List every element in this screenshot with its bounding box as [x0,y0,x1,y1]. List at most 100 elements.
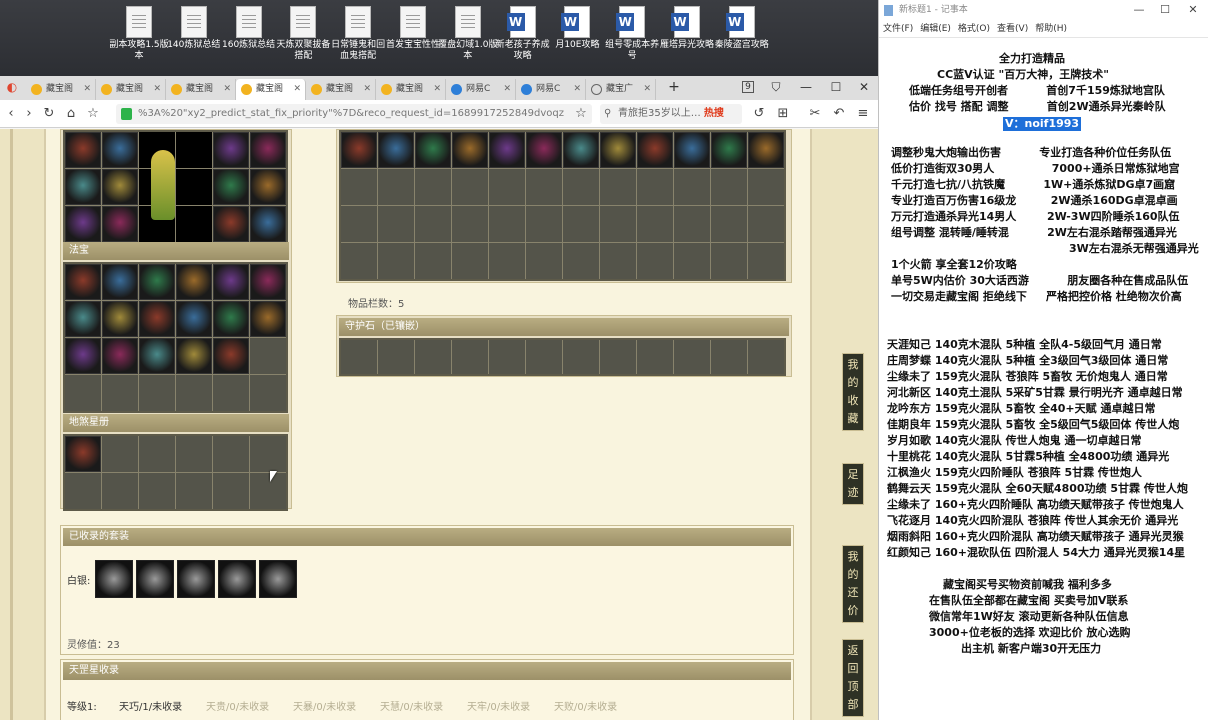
inventory-slot[interactable] [600,243,636,279]
inventory-slot[interactable] [526,206,562,242]
search-field[interactable]: ⚲ 青旅拒35岁以上… 热搜 [600,104,742,124]
dihuang-slot[interactable] [213,473,249,509]
dihuang-slot[interactable] [139,473,175,509]
inventory-slot[interactable] [452,243,488,279]
browser-tab[interactable]: 藏宝阁 ✕ [166,79,236,100]
tab-close-icon[interactable]: ✕ [153,79,161,100]
equipment-item[interactable] [250,206,286,242]
browser-tab[interactable]: 藏宝阁 ✕ [376,79,446,100]
fabao-slot[interactable] [139,375,175,411]
equipment-slot[interactable] [176,169,212,205]
new-tab-button[interactable]: + [662,76,686,100]
inventory-slot[interactable] [489,206,525,242]
inventory-item[interactable] [674,132,710,168]
suit-item-icon[interactable] [136,560,174,598]
dihuang-slot[interactable] [176,436,212,472]
equipment-item[interactable] [250,132,286,168]
inventory-slot[interactable] [748,243,784,279]
guardian-slot[interactable] [341,340,377,374]
inventory-slot[interactable] [452,169,488,205]
fabao-item[interactable] [176,264,212,300]
inventory-slot[interactable] [711,169,747,205]
inventory-item[interactable] [415,132,451,168]
dihuang-item[interactable] [65,436,101,472]
inventory-slot[interactable] [378,243,414,279]
dihuang-slot[interactable] [250,473,286,509]
inventory-slot[interactable] [600,206,636,242]
inventory-slot[interactable] [674,169,710,205]
inventory-slot[interactable] [341,169,377,205]
equipment-item[interactable] [213,206,249,242]
guardian-slot[interactable] [378,340,414,374]
dihuang-slot[interactable] [250,436,286,472]
inventory-slot[interactable] [378,206,414,242]
desktop-icon[interactable]: 雁塔异光攻略 [657,6,717,51]
dihuang-slot[interactable] [176,473,212,509]
fabao-slot[interactable] [250,338,286,374]
suit-item-icon[interactable] [259,560,297,598]
fabao-slot[interactable] [65,375,101,411]
refresh-icon[interactable]: ↺ [750,104,768,124]
inventory-slot[interactable] [415,169,451,205]
dihuang-slot[interactable] [213,436,249,472]
fabao-item[interactable] [176,301,212,337]
notepad-minimize-button[interactable]: — [1127,0,1151,20]
equipment-item[interactable] [65,169,101,205]
desktop-icon[interactable]: 首发宝宝性性 [383,6,443,51]
guardian-slot[interactable] [452,340,488,374]
inventory-slot[interactable] [563,169,599,205]
notepad-menu-item[interactable]: 查看(V) [997,24,1028,34]
guardian-slot[interactable] [600,340,636,374]
tab-close-icon[interactable]: ✕ [293,79,301,100]
guardian-slot[interactable] [674,340,710,374]
fabao-slot[interactable] [250,375,286,411]
grid-icon[interactable]: ⊞ [774,104,792,124]
inventory-item[interactable] [637,132,673,168]
inventory-item[interactable] [378,132,414,168]
home-icon[interactable]: ⌂ [62,104,80,124]
close-button[interactable]: ✕ [852,76,876,100]
maximize-button[interactable]: ☐ [824,76,848,100]
equipment-item[interactable] [65,132,101,168]
browser-tab[interactable]: 网易C ✕ [516,79,586,100]
fabao-slot[interactable] [213,375,249,411]
desktop-icon[interactable]: 日常锤鬼和回血鬼搭配 [328,6,388,62]
desktop-icon[interactable]: 秦陵盗宫攻略 [712,6,772,51]
inventory-slot[interactable] [526,169,562,205]
notepad-menu-item[interactable]: 帮助(H) [1035,24,1067,34]
inventory-slot[interactable] [563,243,599,279]
url-field[interactable]: %3A%20"xy2_predict_stat_fix_priority"%7D… [116,104,592,124]
desktop-icon[interactable]: 月10E攻略 [547,6,607,51]
desktop-icon[interactable]: 天炼双聚拔备搭配 [273,6,333,62]
dihuang-slot[interactable] [102,436,138,472]
bookmark-star-icon[interactable]: ☆ [84,104,102,124]
favorite-star-icon[interactable]: ☆ [572,104,590,124]
inventory-item[interactable] [711,132,747,168]
minimize-button[interactable]: — [794,76,818,100]
dihuang-slot[interactable] [65,473,101,509]
fabao-item[interactable] [102,301,138,337]
notepad-menu-item[interactable]: 格式(O) [958,24,990,34]
equipment-item[interactable] [250,169,286,205]
menu-icon[interactable]: ≡ [854,104,872,124]
inventory-item[interactable] [341,132,377,168]
guardian-slot[interactable] [637,340,673,374]
browser-tab[interactable]: 藏宝阁 ✕ [236,79,306,100]
tab-close-icon[interactable]: ✕ [433,79,441,100]
fabao-item[interactable] [213,301,249,337]
fabao-item[interactable] [139,301,175,337]
guardian-slot[interactable] [415,340,451,374]
browser-tab[interactable]: 藏宝阁 ✕ [26,79,96,100]
back-icon[interactable]: ‹ [2,104,20,124]
side-button[interactable]: 足迹 [842,463,864,505]
notepad-menu-item[interactable]: 文件(F) [883,24,913,34]
inventory-slot[interactable] [748,206,784,242]
tab-close-icon[interactable]: ✕ [363,79,371,100]
guardian-slot[interactable] [526,340,562,374]
inventory-slot[interactable] [341,206,377,242]
equipment-slot[interactable] [176,132,212,168]
reload-icon[interactable]: ↻ [40,104,58,124]
inventory-slot[interactable] [563,206,599,242]
tab-close-icon[interactable]: ✕ [503,79,511,100]
dihuang-slot[interactable] [139,436,175,472]
